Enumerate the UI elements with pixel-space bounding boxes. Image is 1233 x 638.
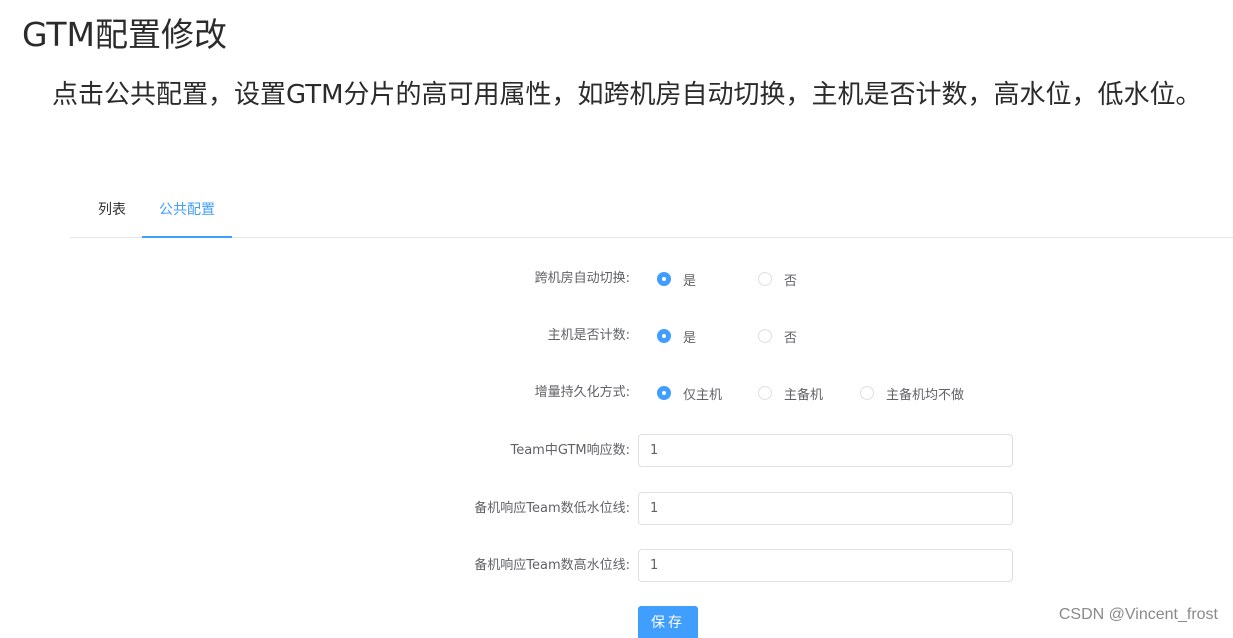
radio-checked-icon (657, 386, 671, 400)
radio-unchecked-icon (758, 272, 772, 286)
persistence-none-radio[interactable]: 主备机均不做 (860, 385, 965, 403)
form-row-gtm-responses: Team中GTM响应数: (0, 434, 1233, 474)
radio-label: 否 (784, 330, 798, 346)
radio-label: 仅主机 (683, 387, 723, 403)
high-watermark-label: 备机响应Team数高水位线: (474, 558, 630, 573)
host-count-no-radio[interactable]: 否 (758, 328, 798, 346)
radio-label: 主备机均不做 (886, 387, 965, 403)
active-tab-indicator (142, 236, 232, 238)
form-row-high-watermark: 备机响应Team数高水位线: (0, 549, 1233, 589)
form-row-cross-room-switch: 跨机房自动切换: 是 否 (0, 259, 1233, 299)
persistence-primary-standby-radio[interactable]: 主备机 (758, 385, 824, 403)
cross-room-switch-label: 跨机房自动切换: (534, 271, 630, 286)
gtm-responses-label: Team中GTM响应数: (510, 443, 630, 458)
radio-checked-icon (657, 329, 671, 343)
intro-text: 点击公共配置，设置GTM分片的高可用属性，如跨机房自动切换，主机是否计数，高水位… (52, 80, 1202, 110)
persistence-mode-label: 增量持久化方式: (534, 385, 630, 400)
low-watermark-label: 备机响应Team数低水位线: (474, 501, 630, 516)
save-button[interactable]: 保存 (638, 606, 698, 638)
page-title: GTM配置修改 (22, 15, 228, 54)
host-count-label: 主机是否计数: (547, 328, 630, 343)
form-row-host-count: 主机是否计数: 是 否 (0, 316, 1233, 356)
radio-unchecked-icon (860, 386, 874, 400)
low-watermark-input[interactable] (638, 492, 1013, 525)
radio-label: 否 (784, 273, 798, 289)
form-row-low-watermark: 备机响应Team数低水位线: (0, 492, 1233, 532)
radio-label: 是 (683, 330, 697, 346)
persistence-primary-only-radio[interactable]: 仅主机 (657, 385, 723, 403)
radio-unchecked-icon (758, 386, 772, 400)
tab-list[interactable]: 列表 (90, 192, 134, 236)
cross-room-switch-no-radio[interactable]: 否 (758, 271, 798, 289)
radio-label: 是 (683, 273, 697, 289)
high-watermark-input[interactable] (638, 549, 1013, 582)
gtm-responses-input[interactable] (638, 434, 1013, 467)
watermark: CSDN @Vincent_frost (1058, 606, 1218, 623)
radio-checked-icon (657, 272, 671, 286)
host-count-yes-radio[interactable]: 是 (657, 328, 697, 346)
cross-room-switch-yes-radio[interactable]: 是 (657, 271, 697, 289)
form-row-persistence-mode: 增量持久化方式: 仅主机 主备机 主备机均不做 (0, 373, 1233, 413)
radio-unchecked-icon (758, 329, 772, 343)
radio-label: 主备机 (784, 387, 824, 403)
tab-bar: 列表 公共配置 (70, 192, 1233, 238)
tab-public-config[interactable]: 公共配置 (142, 192, 232, 236)
